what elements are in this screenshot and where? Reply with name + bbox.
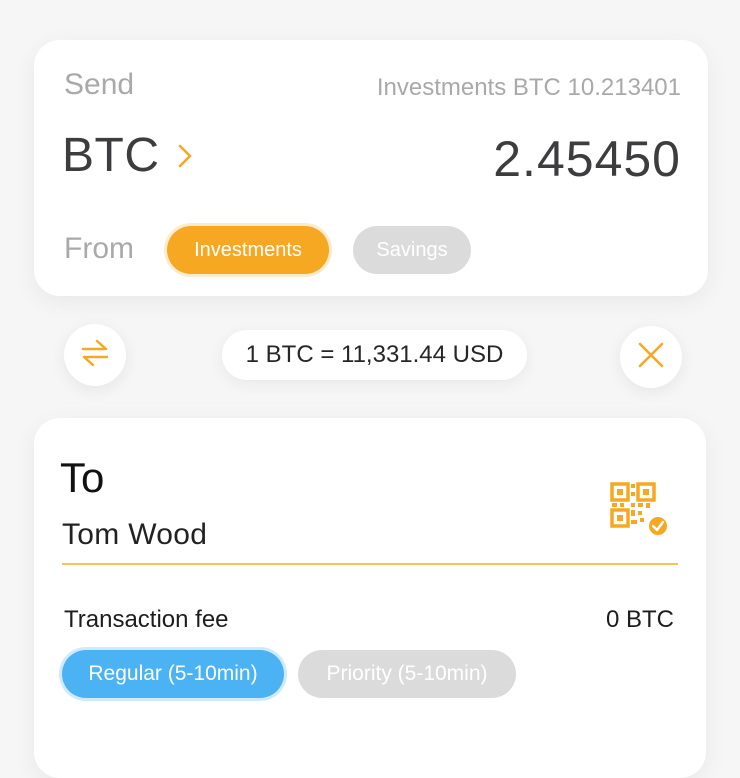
qr-code-icon[interactable] [608,480,674,547]
send-card: Send Investments BTC 10.213401 BTC 2.454… [34,40,708,296]
to-label: To [60,454,105,501]
recipient-underline [62,563,678,565]
close-icon [637,341,665,374]
recipient-card: To Tom Wood Transaction fee 0 BTC Regula… [34,418,706,778]
swap-button[interactable] [64,324,126,386]
fee-option-priority[interactable]: Priority (5-10min) [298,650,516,698]
exchange-rate: 1 BTC = 11,331.44 USD [222,330,527,380]
account-balance: Investments BTC 10.213401 [376,74,681,101]
fee-option-regular[interactable]: Regular (5-10min) [62,650,284,698]
close-button[interactable] [620,326,682,388]
from-label: From [64,232,134,265]
account-pill-investments[interactable]: Investments [167,226,329,274]
amount-value[interactable]: 2.45450 [493,130,681,188]
currency-selector[interactable]: BTC [62,128,192,183]
swap-arrows-icon [80,338,110,373]
account-pill-savings[interactable]: Savings [353,226,471,274]
currency-label: BTC [62,129,160,182]
recipient-input[interactable] [62,518,562,552]
send-label: Send [64,68,135,101]
transaction-fee-label: Transaction fee [64,606,229,633]
chevron-right-icon [178,144,192,168]
transaction-fee-value: 0 BTC [605,606,674,633]
